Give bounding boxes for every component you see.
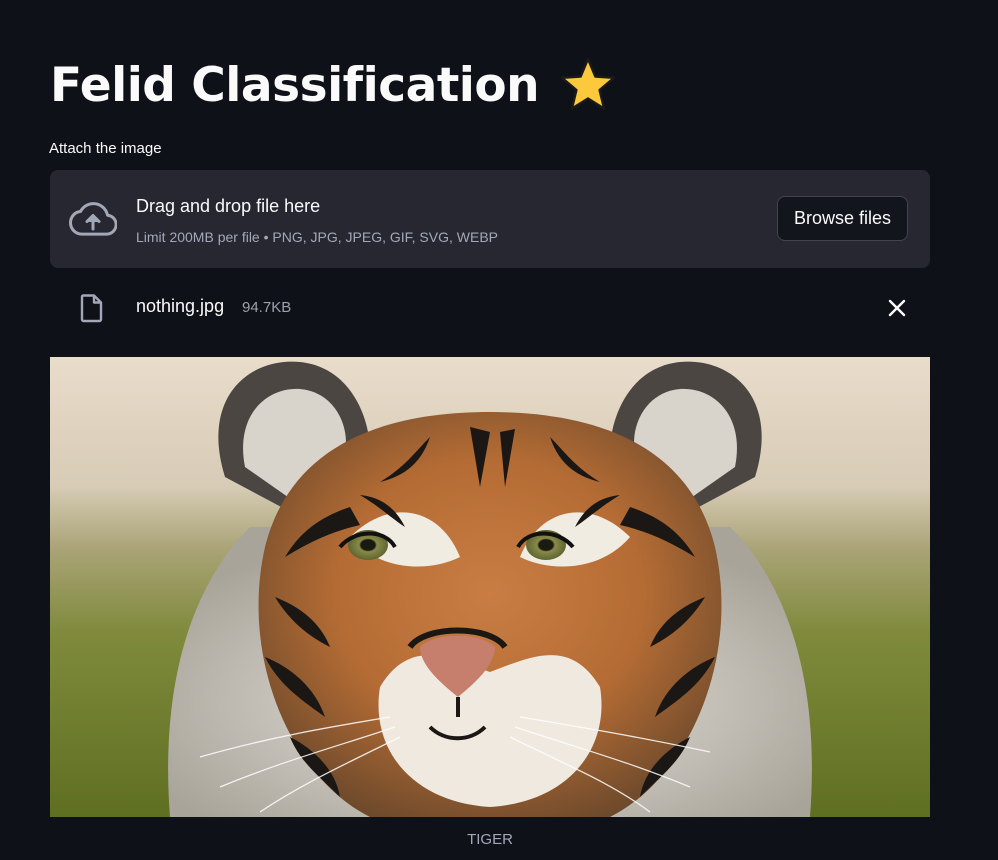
image-caption: TIGER: [467, 831, 513, 848]
browse-files-button[interactable]: Browse files: [777, 196, 908, 241]
uploaded-file-row: nothing.jpg 94.7KB: [50, 285, 930, 330]
file-icon: [80, 294, 103, 323]
star-icon: [560, 57, 616, 110]
uploaded-image: [50, 357, 930, 817]
page-title-row: Felid Classification: [50, 50, 617, 120]
close-icon[interactable]: [885, 296, 909, 320]
dropzone-limit-text: Limit 200MB per file • PNG, JPG, JPEG, G…: [136, 229, 498, 245]
tiger-photo: [50, 357, 930, 817]
uploaded-file-size: 94.7KB: [242, 299, 292, 316]
uploaded-file-name: nothing.jpg: [136, 296, 225, 316]
page-title: Felid Classification: [50, 57, 540, 113]
file-dropzone[interactable]: Drag and drop file here Limit 200MB per …: [50, 170, 930, 268]
cloud-upload-icon: [69, 202, 117, 236]
dropzone-instructions: Drag and drop file here: [136, 196, 321, 216]
app-page: Felid Classification Attach the image Dr…: [0, 0, 998, 860]
uploader-label: Attach the image: [49, 140, 162, 157]
